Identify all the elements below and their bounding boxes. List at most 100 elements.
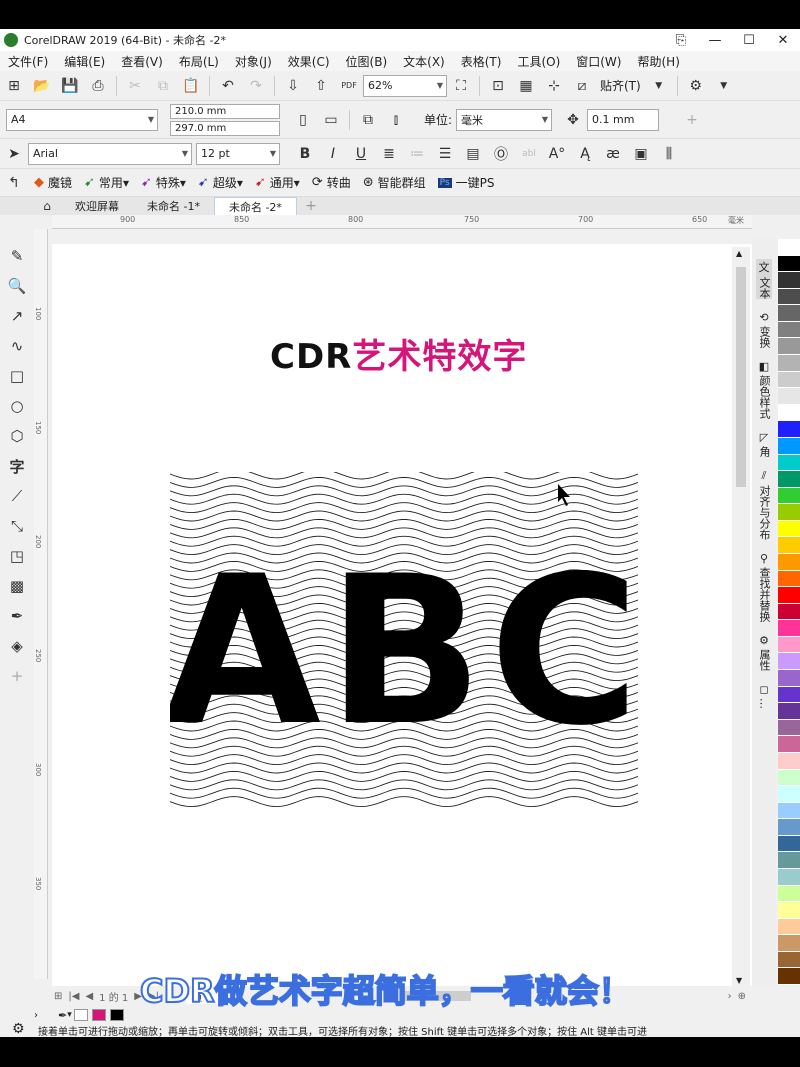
- plugin-general[interactable]: ➹ 通用 ▾: [255, 174, 300, 191]
- artwork-title[interactable]: CDR艺术特效字: [270, 329, 527, 378]
- zoom-icon[interactable]: ⊕: [738, 991, 746, 1002]
- character-formatting-icon[interactable]: A°: [546, 143, 568, 165]
- home-icon[interactable]: ⌂: [36, 195, 58, 217]
- palette-swatch[interactable]: [778, 255, 800, 273]
- palette-swatch[interactable]: [778, 553, 800, 571]
- menu-layout[interactable]: 布局(L): [171, 53, 227, 70]
- palette-swatch[interactable]: [778, 918, 800, 936]
- vertical-text-icon[interactable]: ⫼: [658, 143, 680, 165]
- page-height-input[interactable]: 297.0 mm: [170, 120, 280, 136]
- polygon-tool-icon[interactable]: ⬡: [6, 425, 28, 447]
- menu-view[interactable]: 查看(V): [113, 53, 171, 70]
- underline-icon[interactable]: U: [350, 143, 372, 165]
- freehand-pick-icon[interactable]: ✎: [6, 245, 28, 267]
- scroll-up-icon[interactable]: ▲: [736, 249, 742, 258]
- menu-table[interactable]: 表格(T): [453, 53, 510, 70]
- scrollbar-thumb[interactable]: [736, 267, 746, 487]
- palette-swatch[interactable]: [778, 371, 800, 389]
- palette-swatch[interactable]: [778, 620, 800, 637]
- chevron-down-icon[interactable]: ▼: [713, 75, 735, 97]
- new-document-icon[interactable]: ⊞: [3, 75, 25, 97]
- pink-swatch[interactable]: [91, 1009, 106, 1021]
- back-icon[interactable]: ◀: [85, 991, 93, 1002]
- eyedropper-icon[interactable]: ✒: [58, 1009, 67, 1022]
- units-select[interactable]: 毫米 ▼: [456, 108, 553, 131]
- plugin-convert-curves[interactable]: ⟳ 转曲: [312, 174, 351, 191]
- palette-swatch[interactable]: [778, 520, 800, 538]
- palette-swatch[interactable]: [778, 239, 800, 256]
- palette-swatch[interactable]: [778, 570, 800, 588]
- docker-tab-text[interactable]: 文文本: [756, 259, 772, 299]
- docker-tab-align-distribute[interactable]: ⫽ 对齐与分布: [756, 469, 772, 540]
- vertical-scrollbar[interactable]: ▲ ▼: [732, 247, 750, 987]
- palette-swatch[interactable]: [778, 355, 800, 372]
- palette-swatch[interactable]: [778, 802, 800, 820]
- interactive-fill-icon[interactable]: ◈: [6, 635, 28, 657]
- redo-icon[interactable]: ↷: [245, 75, 267, 97]
- menu-help[interactable]: 帮助(H): [629, 53, 687, 70]
- palette-swatch[interactable]: [778, 736, 800, 753]
- tab-untitled-2[interactable]: 未命名 -2*: [213, 197, 297, 215]
- palette-swatch[interactable]: [778, 636, 800, 654]
- pdf-export-button[interactable]: PDF: [338, 75, 360, 97]
- parallel-dimension-icon[interactable]: ⟋: [6, 485, 28, 507]
- plugin-one-click-ps[interactable]: Ps 一键PS: [437, 174, 495, 191]
- font-size-select[interactable]: 12 pt ▼: [196, 142, 280, 165]
- restore-icon[interactable]: ⎘: [664, 33, 698, 48]
- no-fill-swatch[interactable]: [73, 1009, 88, 1021]
- menu-edit[interactable]: 编辑(E): [56, 53, 113, 70]
- options-gear-icon[interactable]: ⚙: [685, 75, 707, 97]
- launch-icon[interactable]: ⧄: [571, 75, 593, 97]
- eyedropper-icon[interactable]: ✒: [6, 605, 28, 627]
- palette-swatch[interactable]: [778, 321, 800, 339]
- paragraph-formatting-icon[interactable]: Ą: [574, 143, 596, 165]
- freehand-tool-icon[interactable]: ↗: [6, 305, 28, 327]
- print-icon[interactable]: ⎙: [87, 75, 109, 97]
- first-page-icon[interactable]: ⊞: [54, 991, 62, 1002]
- palette-swatch[interactable]: [778, 504, 800, 521]
- chevron-down-icon[interactable]: ▼: [648, 75, 670, 97]
- palette-swatch[interactable]: [778, 587, 800, 604]
- portrait-icon[interactable]: ▯: [292, 109, 314, 131]
- palette-swatch[interactable]: [778, 786, 800, 803]
- menu-text[interactable]: 文本(X): [395, 53, 453, 70]
- text-align-icon[interactable]: ≣: [378, 143, 400, 165]
- add-icon[interactable]: +: [681, 109, 703, 131]
- status-gear-icon[interactable]: ⚙: [12, 1021, 25, 1037]
- drawing-canvas[interactable]: CDR艺术特效字 ABC: [52, 244, 752, 986]
- paste-icon[interactable]: 📋: [180, 75, 202, 97]
- palette-swatch[interactable]: [778, 935, 800, 952]
- palette-swatch[interactable]: [778, 603, 800, 621]
- show-guidelines-icon[interactable]: ⊹: [543, 75, 565, 97]
- add-tool-icon[interactable]: +: [6, 665, 28, 687]
- edit-text-icon[interactable]: ▣: [630, 143, 652, 165]
- font-family-select[interactable]: Arial ▼: [28, 142, 192, 165]
- palette-swatch[interactable]: [778, 670, 800, 687]
- zoom-level-select[interactable]: 62% ▼: [363, 74, 447, 97]
- artistic-media-icon[interactable]: ∿: [6, 335, 28, 357]
- palette-swatch[interactable]: [778, 537, 800, 554]
- menu-bitmaps[interactable]: 位图(B): [338, 53, 396, 70]
- palette-menu-icon[interactable]: ▾: [67, 1010, 72, 1020]
- transparency-tool-icon[interactable]: ▩: [6, 575, 28, 597]
- palette-swatch[interactable]: [778, 454, 800, 472]
- cut-icon[interactable]: ✂: [124, 75, 146, 97]
- menu-window[interactable]: 窗口(W): [568, 53, 629, 70]
- plugin-magic-mirror[interactable]: ◆ 魔镜: [34, 174, 72, 191]
- palette-swatch[interactable]: [778, 437, 800, 455]
- menu-file[interactable]: 文件(F): [0, 53, 56, 70]
- menu-object[interactable]: 对象(J): [227, 53, 280, 70]
- text-tool-icon[interactable]: 字: [6, 455, 28, 477]
- scroll-down-icon[interactable]: ▼: [736, 976, 742, 985]
- minimize-button[interactable]: —: [698, 33, 732, 48]
- palette-swatch[interactable]: [778, 868, 800, 886]
- docker-tab-corner[interactable]: ◸ 角: [756, 431, 772, 457]
- show-rulers-icon[interactable]: ⊡: [487, 75, 509, 97]
- palette-swatch[interactable]: [778, 471, 800, 488]
- full-screen-icon[interactable]: ⛶: [450, 75, 472, 97]
- page-size-select[interactable]: A4 ▼: [6, 108, 158, 131]
- palette-swatch[interactable]: [778, 487, 800, 505]
- all-pages-icon[interactable]: ⧉: [357, 109, 379, 131]
- bold-icon[interactable]: B: [294, 143, 316, 165]
- tab-welcome-screen[interactable]: 欢迎屏幕: [61, 197, 133, 215]
